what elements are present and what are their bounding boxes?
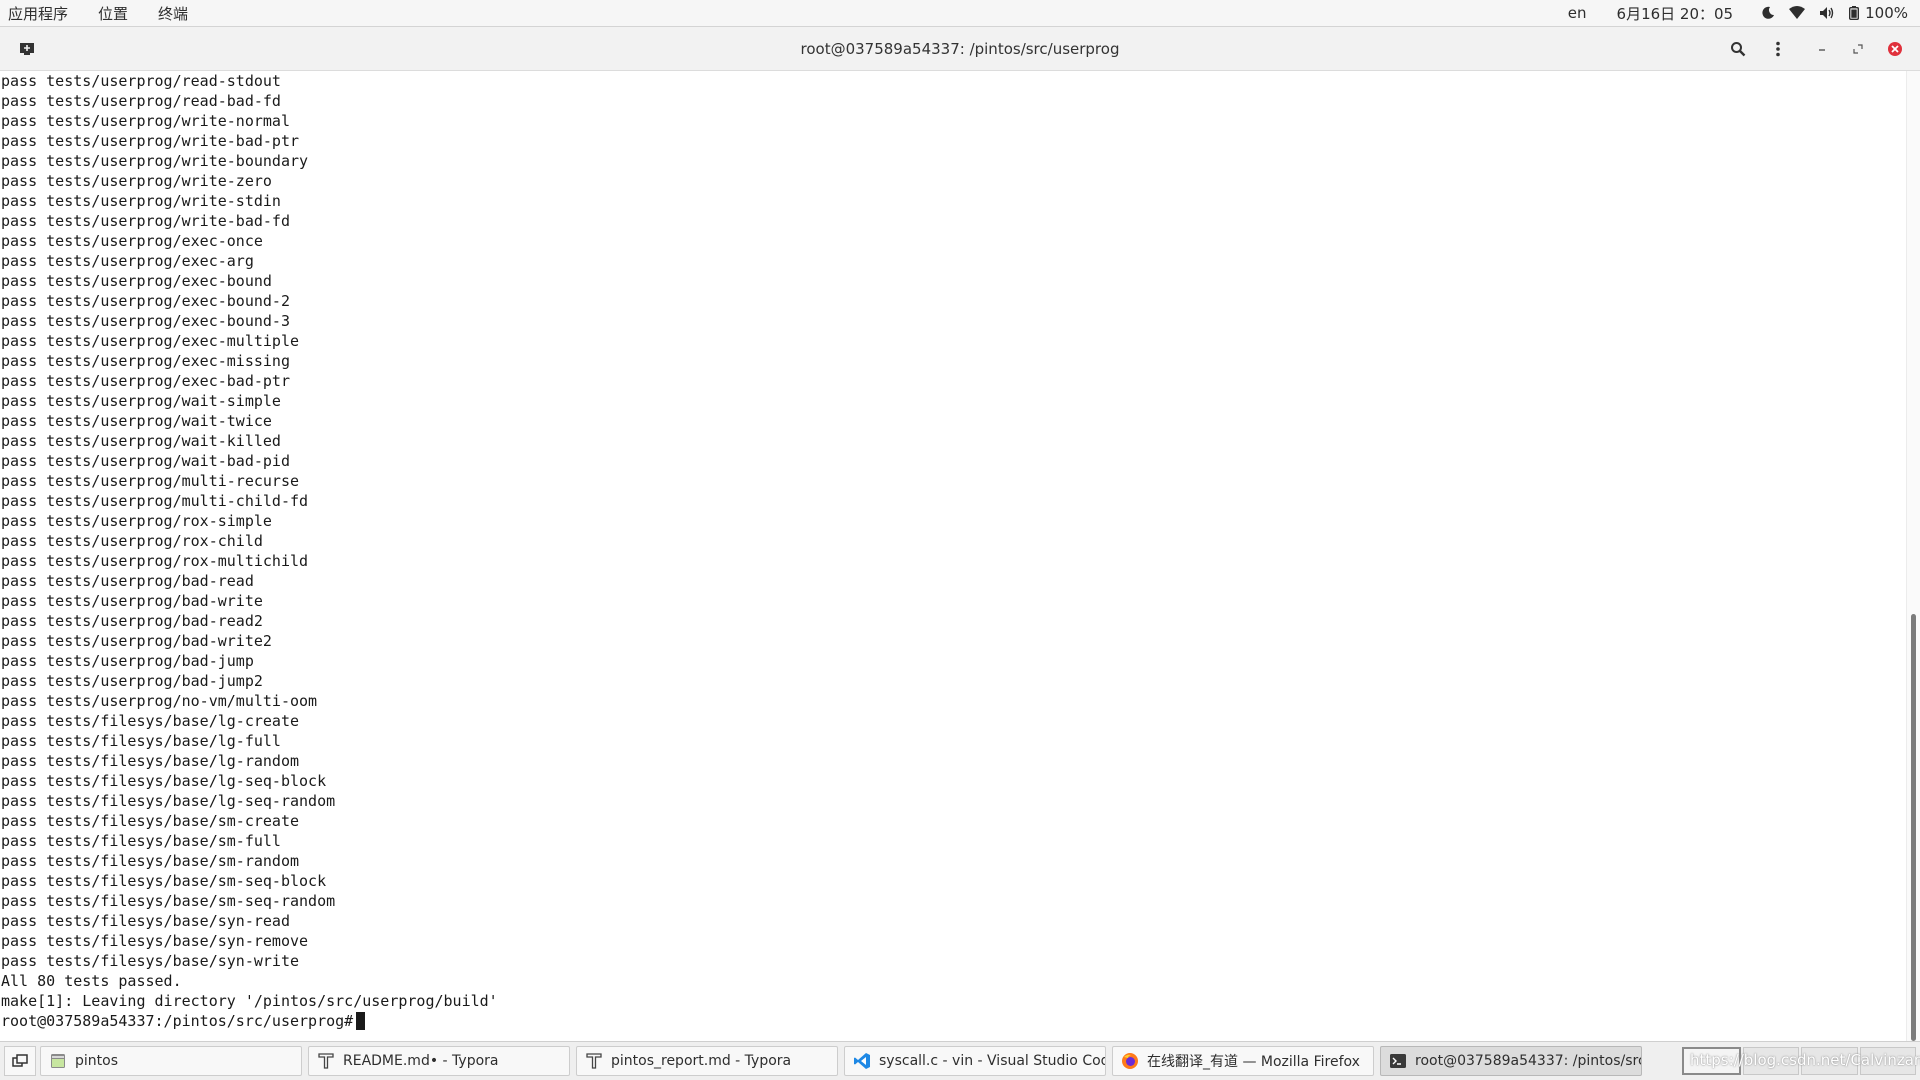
show-desktop-button[interactable] bbox=[4, 1046, 36, 1076]
panel-status-area: en 6月16日 20：05 100% bbox=[1568, 3, 1920, 24]
terminal-line: pass tests/userprog/exec-once bbox=[1, 232, 263, 250]
terminal-line: pass tests/filesys/base/syn-read bbox=[1, 912, 290, 930]
close-icon[interactable] bbox=[1883, 37, 1907, 61]
night-mode-icon[interactable] bbox=[1761, 6, 1775, 20]
typora-icon bbox=[317, 1052, 335, 1070]
firefox-icon bbox=[1121, 1052, 1139, 1070]
clock[interactable]: 6月16日 20：05 bbox=[1617, 3, 1734, 24]
terminal-view[interactable]: pass tests/userprog/read-stdout pass test… bbox=[0, 71, 1906, 1041]
places-menu[interactable]: 位置 bbox=[90, 3, 140, 24]
terminal-line: pass tests/userprog/rox-simple bbox=[1, 512, 272, 530]
terminal-line: pass tests/filesys/base/syn-write bbox=[1, 952, 300, 970]
terminal-line: pass tests/filesys/base/sm-create bbox=[1, 812, 300, 830]
terminal-line: pass tests/filesys/base/sm-seq-block bbox=[1, 872, 327, 890]
terminal-line: pass tests/filesys/base/lg-seq-block bbox=[1, 772, 327, 790]
task-firefox[interactable]: 在线翻译_有道 — Mozilla Firefox bbox=[1112, 1046, 1374, 1076]
terminal-line: pass tests/userprog/wait-killed bbox=[1, 432, 281, 450]
task-terminal[interactable]: root@037589a54337: /pintos/src/... bbox=[1380, 1046, 1642, 1076]
terminal-line: pass tests/userprog/write-boundary bbox=[1, 152, 309, 170]
terminal-line: pass tests/filesys/base/sm-full bbox=[1, 832, 281, 850]
terminal-line: pass tests/userprog/wait-simple bbox=[1, 392, 281, 410]
terminal-line: pass tests/userprog/multi-recurse bbox=[1, 472, 300, 490]
terminal-prompt-line[interactable]: root@037589a54337:/pintos/src/userprog# bbox=[0, 1011, 1906, 1031]
terminal-line: All 80 tests passed. bbox=[1, 972, 182, 990]
task-label: syscall.c - vin - Visual Studio Code bbox=[879, 1053, 1106, 1069]
task-files[interactable]: pintos bbox=[40, 1046, 302, 1076]
maximize-icon[interactable] bbox=[1846, 37, 1870, 61]
terminal-line: pass tests/userprog/write-stdin bbox=[1, 192, 281, 210]
text-cursor bbox=[356, 1012, 366, 1030]
shell-prompt: root@037589a54337:/pintos/src/userprog# bbox=[1, 1012, 354, 1030]
terminal-line: pass tests/userprog/exec-bound-2 bbox=[1, 292, 290, 310]
terminal-scrollbar[interactable] bbox=[1906, 71, 1920, 1041]
terminal-line: pass tests/filesys/base/syn-remove bbox=[1, 932, 309, 950]
battery-icon[interactable] bbox=[1849, 6, 1860, 20]
vscode-icon bbox=[853, 1052, 871, 1070]
terminal-line: pass tests/filesys/base/lg-full bbox=[1, 732, 281, 750]
task-label: README.md• - Typora bbox=[343, 1053, 499, 1069]
menu-kebab-icon[interactable] bbox=[1766, 37, 1790, 61]
terminal-line: pass tests/userprog/wait-bad-pid bbox=[1, 452, 290, 470]
terminal-line: pass tests/userprog/bad-write2 bbox=[1, 632, 272, 650]
task-vscode[interactable]: syscall.c - vin - Visual Studio Code bbox=[844, 1046, 1106, 1076]
terminal-line: pass tests/userprog/exec-bad-ptr bbox=[1, 372, 290, 390]
terminal-line: pass tests/userprog/read-stdout bbox=[1, 72, 281, 90]
watermark: https://blog.csdn.net/Calvinzan bbox=[1690, 1051, 1920, 1069]
task-typora-readme[interactable]: README.md• - Typora bbox=[308, 1046, 570, 1076]
terminal-line: pass tests/filesys/base/lg-random bbox=[1, 752, 300, 770]
task-label: 在线翻译_有道 — Mozilla Firefox bbox=[1147, 1054, 1360, 1070]
task-label: pintos_report.md - Typora bbox=[611, 1053, 792, 1069]
terminal-line: pass tests/userprog/bad-jump bbox=[1, 652, 254, 670]
typora-icon bbox=[585, 1052, 603, 1070]
volume-icon[interactable] bbox=[1819, 6, 1835, 20]
terminal-icon bbox=[1389, 1052, 1407, 1070]
search-icon[interactable] bbox=[1726, 37, 1750, 61]
terminal-line: pass tests/userprog/rox-multichild bbox=[1, 552, 309, 570]
terminal-line: pass tests/filesys/base/sm-random bbox=[1, 852, 300, 870]
terminal-line: pass tests/userprog/bad-read2 bbox=[1, 612, 263, 630]
applications-menu[interactable]: 应用程序 bbox=[0, 3, 80, 24]
terminal-line: pass tests/filesys/base/lg-seq-random bbox=[1, 792, 336, 810]
minimize-icon[interactable] bbox=[1810, 37, 1834, 61]
terminal-line: pass tests/userprog/exec-bound bbox=[1, 272, 272, 290]
task-typora-report[interactable]: pintos_report.md - Typora bbox=[576, 1046, 838, 1076]
terminal-line: pass tests/userprog/write-normal bbox=[1, 112, 290, 130]
terminal-line: pass tests/userprog/exec-bound-3 bbox=[1, 312, 290, 330]
terminal-line: pass tests/filesys/base/lg-create bbox=[1, 712, 300, 730]
panel-menu: 应用程序 位置 终端 bbox=[0, 0, 210, 27]
task-label: pintos bbox=[75, 1053, 118, 1069]
top-panel: 应用程序 位置 终端 en 6月16日 20：05 100% bbox=[0, 0, 1920, 27]
task-label: root@037589a54337: /pintos/src/... bbox=[1415, 1053, 1642, 1069]
files-icon bbox=[49, 1052, 67, 1070]
terminal-line: make[1]: Leaving directory '/pintos/src/… bbox=[1, 992, 498, 1010]
battery-percentage[interactable]: 100% bbox=[1865, 4, 1908, 22]
terminal-line: pass tests/userprog/multi-child-fd bbox=[1, 492, 309, 510]
terminal-line: pass tests/userprog/exec-arg bbox=[1, 252, 254, 270]
terminal-line: pass tests/userprog/write-bad-ptr bbox=[1, 132, 300, 150]
terminal-line: pass tests/userprog/exec-missing bbox=[1, 352, 290, 370]
terminal-line: pass tests/userprog/write-zero bbox=[1, 172, 272, 190]
scrollbar-thumb[interactable] bbox=[1911, 614, 1916, 1041]
wifi-icon[interactable] bbox=[1789, 6, 1806, 20]
terminal-output[interactable]: pass tests/userprog/read-stdout pass test… bbox=[0, 71, 1906, 1031]
terminal-line: pass tests/userprog/bad-write bbox=[1, 592, 263, 610]
terminal-line: pass tests/userprog/bad-jump2 bbox=[1, 672, 263, 690]
terminal-line: pass tests/filesys/base/sm-seq-random bbox=[1, 892, 336, 910]
terminal-line: pass tests/userprog/exec-multiple bbox=[1, 332, 300, 350]
terminal-menu[interactable]: 终端 bbox=[150, 3, 200, 24]
terminal-line: pass tests/userprog/read-bad-fd bbox=[1, 92, 281, 110]
terminal-line: pass tests/userprog/wait-twice bbox=[1, 412, 272, 430]
terminal-line: pass tests/userprog/no-vm/multi-oom bbox=[1, 692, 318, 710]
window-title-bar[interactable]: root@037589a54337: /pintos/src/userprog bbox=[0, 27, 1920, 71]
terminal-line: pass tests/userprog/bad-read bbox=[1, 572, 254, 590]
taskbar: pintos README.md• - Typora pintos_report… bbox=[0, 1041, 1920, 1080]
keyboard-layout-indicator[interactable]: en bbox=[1568, 4, 1587, 22]
window-title: root@037589a54337: /pintos/src/userprog bbox=[800, 40, 1120, 58]
terminal-line: pass tests/userprog/write-bad-fd bbox=[1, 212, 290, 230]
terminal-line: pass tests/userprog/rox-child bbox=[1, 532, 263, 550]
